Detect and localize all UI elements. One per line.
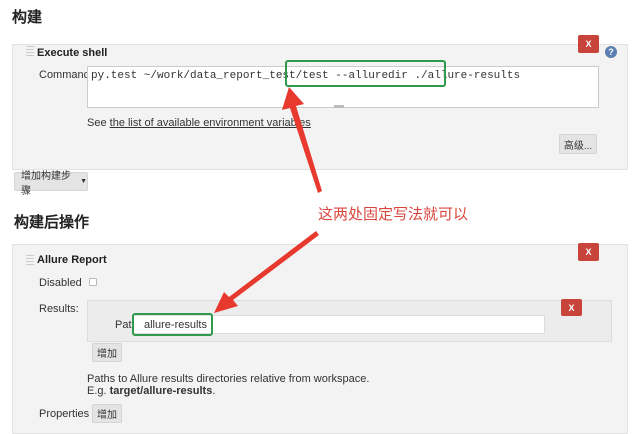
arrow-up-icon [282,87,322,193]
arrow-down-left-icon [214,231,319,313]
annotation-arrows [214,87,322,313]
